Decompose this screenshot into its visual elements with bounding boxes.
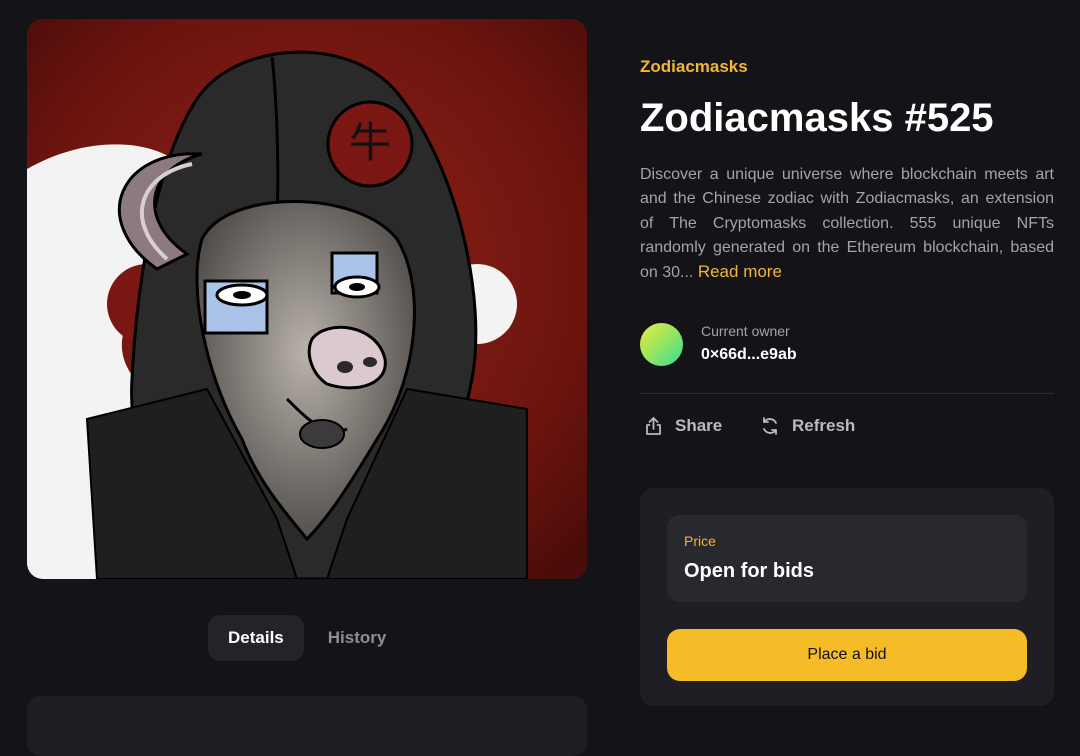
- divider: [640, 393, 1054, 394]
- share-label: Share: [675, 416, 723, 435]
- details-panel: [27, 696, 587, 756]
- tab-bar: Details History: [208, 615, 406, 661]
- refresh-label: Refresh: [792, 416, 856, 435]
- refresh-button[interactable]: Refresh: [760, 412, 855, 440]
- price-value: Open for bids: [684, 560, 814, 582]
- price-card: Price Open for bids Place a bid: [640, 488, 1054, 706]
- owner-label: Current owner: [701, 323, 790, 339]
- share-icon: [644, 416, 663, 436]
- collection-link[interactable]: Zodiacmasks: [640, 57, 748, 77]
- tab-history[interactable]: History: [308, 615, 407, 661]
- nft-artwork[interactable]: 牛: [27, 19, 587, 579]
- owner-avatar[interactable]: [640, 323, 683, 366]
- price-label: Price: [684, 533, 716, 549]
- refresh-icon: [760, 416, 780, 436]
- nft-description: Discover a unique universe where blockch…: [640, 163, 1054, 285]
- place-bid-button[interactable]: Place a bid: [667, 629, 1027, 681]
- read-more-link[interactable]: Read more: [698, 262, 782, 281]
- zodiac-glyph: 牛: [348, 118, 391, 167]
- page-title: Zodiacmasks #525: [640, 96, 994, 140]
- share-button[interactable]: Share: [644, 412, 722, 440]
- owner-address[interactable]: 0×66d...e9ab: [701, 346, 797, 364]
- price-box: Price Open for bids: [667, 515, 1027, 602]
- tab-details[interactable]: Details: [208, 615, 304, 661]
